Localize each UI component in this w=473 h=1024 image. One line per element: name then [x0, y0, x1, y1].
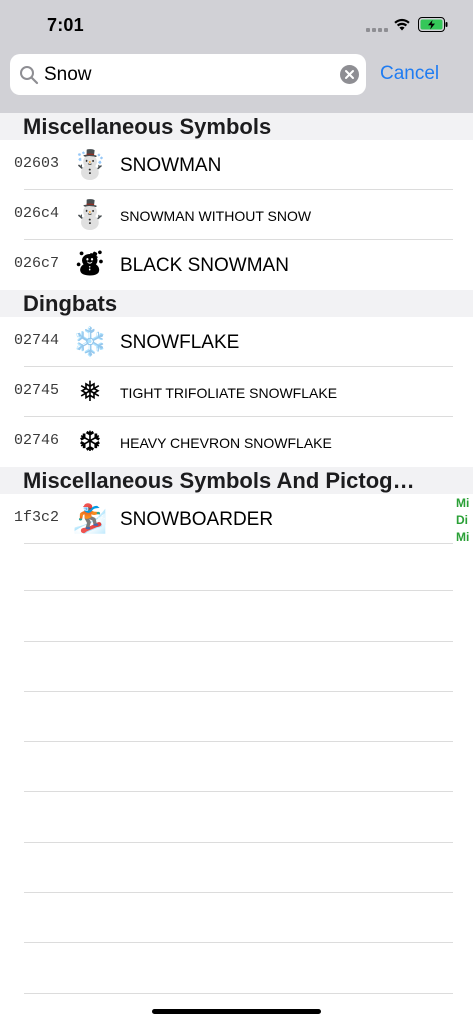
heavy-chevron-snowflake-glyph-icon: ❆: [78, 425, 102, 458]
snowboarder-glyph-icon: 🏂: [72, 502, 108, 535]
character-name: BLACK SNOWMAN: [120, 255, 289, 276]
codepoint: 02603: [14, 155, 60, 172]
section-header: Miscellaneous Symbols And Pictog…: [0, 467, 473, 494]
codepoint: 02746: [14, 432, 60, 449]
wifi-icon: [394, 18, 410, 31]
clear-search-icon[interactable]: [340, 65, 359, 84]
empty-row: [0, 843, 473, 894]
section-header: Dingbats: [0, 290, 473, 317]
search-input[interactable]: [44, 61, 334, 89]
status-bar: 7:01: [0, 0, 473, 50]
cellular-signal-icon: [366, 28, 388, 32]
codepoint: 02745: [14, 382, 60, 399]
empty-row: [0, 642, 473, 693]
character-name: HEAVY CHEVRON SNOWFLAKE: [120, 435, 332, 451]
search-row: Cancel: [0, 54, 473, 96]
results-list: Miscellaneous Symbols 02603 ☃️ SNOWMAN 0…: [0, 113, 473, 544]
section-index-item[interactable]: Di: [456, 512, 473, 529]
result-row[interactable]: 02603 ☃️ SNOWMAN: [0, 140, 473, 190]
result-row[interactable]: 1f3c2 🏂 SNOWBOARDER Mi Di Mi: [0, 494, 473, 544]
tight-trifoliate-snowflake-glyph-icon: ❅: [78, 375, 102, 408]
codepoint: 026c4: [14, 205, 60, 222]
empty-table-rows: [0, 541, 473, 994]
character-name: SNOWFLAKE: [120, 332, 240, 353]
search-field[interactable]: [10, 54, 366, 95]
home-indicator[interactable]: [152, 1009, 321, 1014]
empty-row: [0, 792, 473, 844]
cancel-button[interactable]: Cancel: [380, 63, 439, 85]
character-name: SNOWMAN: [120, 155, 222, 176]
section-index-badge[interactable]: Mi Di Mi: [456, 495, 473, 546]
character-name: TIGHT TRIFOLIATE SNOWFLAKE: [120, 385, 338, 401]
result-row[interactable]: 02744 ❄️ SNOWFLAKE: [0, 317, 473, 367]
result-row[interactable]: 02745 ❅ TIGHT TRIFOLIATE SNOWFLAKE: [0, 367, 473, 417]
snowman-without-snow-glyph-icon: ⛄: [72, 198, 108, 231]
black-snowman-glyph-icon: ⛇: [75, 248, 104, 281]
section-index-item[interactable]: Mi: [456, 495, 473, 512]
search-icon: [20, 66, 39, 85]
codepoint: 02744: [14, 332, 60, 349]
section-header: Miscellaneous Symbols: [0, 113, 473, 140]
result-row[interactable]: 026c7 ⛇ BLACK SNOWMAN: [0, 240, 473, 290]
character-name: SNOWBOARDER: [120, 509, 274, 530]
result-row[interactable]: 026c4 ⛄ SNOWMAN WITHOUT SNOW: [0, 190, 473, 240]
empty-row: [0, 943, 473, 994]
status-time: 7:01: [47, 15, 84, 35]
empty-row: [0, 742, 473, 793]
empty-row: [0, 893, 473, 944]
result-row[interactable]: 02746 ❆ HEAVY CHEVRON SNOWFLAKE: [0, 417, 473, 467]
empty-row: [0, 591, 473, 642]
snowflake-glyph-icon: ❄️: [72, 325, 108, 358]
codepoint: 026c7: [14, 255, 60, 272]
battery-charging-icon: [418, 17, 448, 32]
codepoint: 1f3c2: [14, 509, 60, 526]
search-header: 7:01 Cancel: [0, 0, 473, 113]
empty-row: [0, 692, 473, 743]
snowman-glyph-icon: ☃️: [72, 148, 108, 181]
character-name: SNOWMAN WITHOUT SNOW: [120, 208, 312, 224]
empty-row: [0, 541, 473, 592]
